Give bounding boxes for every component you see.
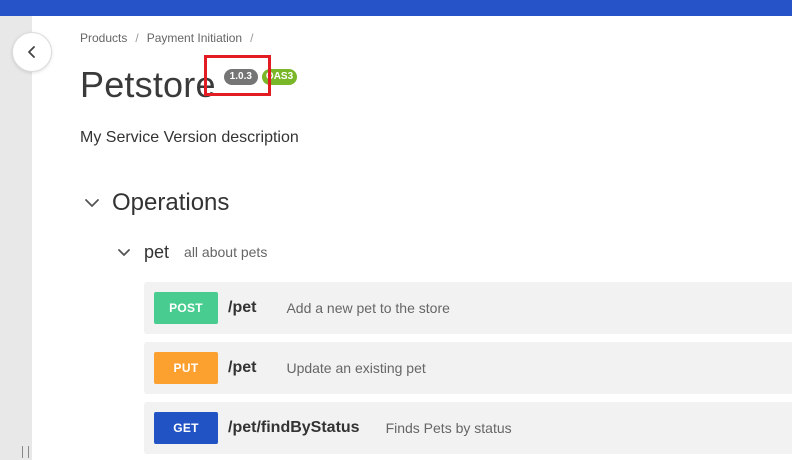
operation-path: /pet xyxy=(228,299,257,316)
method-badge-put: PUT xyxy=(154,352,218,384)
operation-summary: Finds Pets by status xyxy=(385,420,512,436)
operation-summary: Update an existing pet xyxy=(286,360,426,376)
highlight-box xyxy=(204,55,271,96)
breadcrumb-separator: / xyxy=(250,31,254,45)
operation-post-pet[interactable]: POST /pet Add a new pet to the store xyxy=(144,282,792,334)
left-rail xyxy=(0,16,32,460)
breadcrumb-separator: / xyxy=(135,31,139,45)
tag-toggle-pet[interactable]: pet all about pets xyxy=(114,240,267,264)
breadcrumb: Products / Payment Initiation / xyxy=(80,31,261,45)
chevron-left-icon xyxy=(28,46,35,58)
resize-handle[interactable] xyxy=(22,446,29,458)
operation-get-find-by-status[interactable]: GET /pet/findByStatus Finds Pets by stat… xyxy=(144,402,792,454)
method-badge-get: GET xyxy=(154,412,218,444)
operation-path: /pet/findByStatus xyxy=(228,419,360,436)
operations-title: Operations xyxy=(112,189,230,216)
tag-name: pet xyxy=(144,241,170,262)
operations-list: POST /pet Add a new pet to the store PUT… xyxy=(144,282,792,460)
chevron-down-icon xyxy=(118,248,130,256)
top-bar xyxy=(0,0,792,16)
operation-path: /pet xyxy=(228,359,257,376)
operation-summary: Add a new pet to the store xyxy=(286,300,450,316)
operations-section-toggle[interactable]: Operations xyxy=(80,188,229,218)
breadcrumb-item-products[interactable]: Products xyxy=(80,31,127,45)
tag-description: all about pets xyxy=(184,244,268,260)
chevron-down-icon xyxy=(85,199,99,207)
back-button[interactable] xyxy=(12,32,52,72)
breadcrumb-item-payment-initiation[interactable]: Payment Initiation xyxy=(147,31,242,45)
operation-put-pet[interactable]: PUT /pet Update an existing pet xyxy=(144,342,792,394)
method-badge-post: POST xyxy=(154,292,218,324)
page-title: Petstore xyxy=(80,64,216,105)
service-description: My Service Version description xyxy=(80,129,299,146)
